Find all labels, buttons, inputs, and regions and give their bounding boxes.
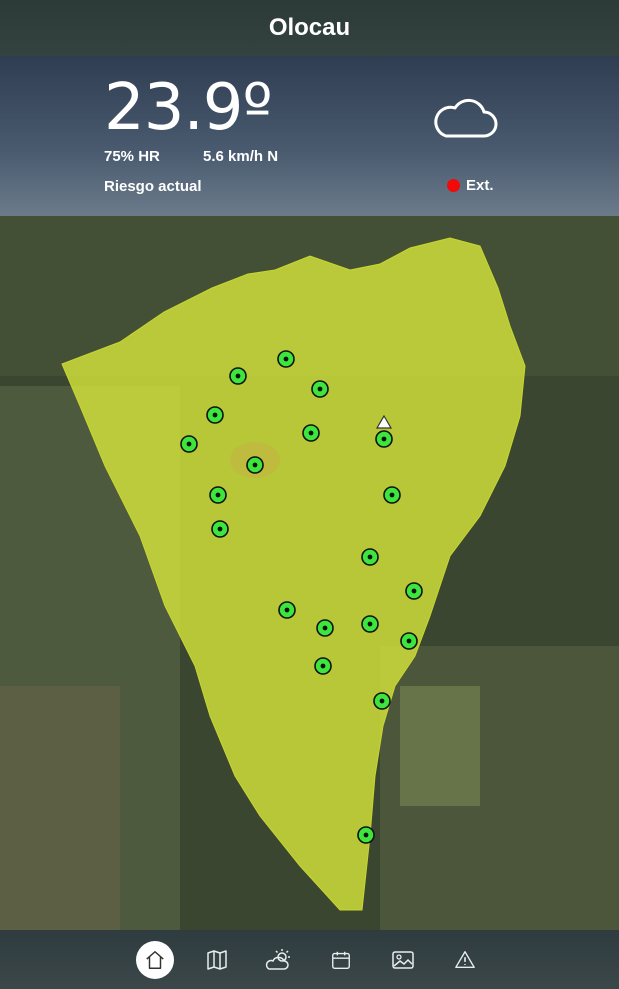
- nav-gallery-button[interactable]: [384, 941, 422, 979]
- sensor-point-center: [363, 832, 369, 838]
- sensor-point-center: [317, 386, 323, 392]
- nav-alert-button[interactable]: [446, 941, 484, 979]
- bottom-nav: [0, 930, 619, 989]
- sensor-point-center: [389, 492, 395, 498]
- risk-level: Ext.: [447, 177, 494, 194]
- sensor-point-center: [381, 436, 387, 442]
- nav-home-button[interactable]: [135, 940, 174, 979]
- sensor-point-center: [283, 356, 289, 362]
- sensor-point-center: [411, 588, 417, 594]
- map-canvas[interactable]: [0, 216, 619, 930]
- sensor-point-center: [308, 430, 314, 436]
- page-title: Olocau: [0, 0, 619, 56]
- nav-weather-button[interactable]: [260, 941, 298, 979]
- risk-level-text: Ext.: [466, 177, 494, 194]
- calendar-icon: [331, 951, 350, 969]
- sensor-point-center: [406, 638, 412, 644]
- wind: 5.6 km/h N: [203, 148, 279, 165]
- sensor-point-center: [320, 663, 326, 669]
- sensor-point-center: [379, 698, 385, 704]
- risk-label: Riesgo actual: [104, 178, 202, 195]
- sensor-point-center: [186, 441, 192, 447]
- sensor-point-center: [322, 625, 328, 631]
- sensor-point-center: [252, 462, 258, 468]
- humidity: 75% HR: [104, 148, 160, 165]
- sensor-point-center: [284, 607, 290, 613]
- gallery-icon: [391, 950, 414, 969]
- nav-calendar-button[interactable]: [322, 941, 360, 979]
- map-view[interactable]: [0, 216, 619, 930]
- sensor-point-center: [212, 412, 218, 418]
- temperature: 23.9º: [104, 71, 273, 145]
- weather-panel: 23.9º 75% HR 5.6 km/h N Riesgo actual Ex…: [0, 56, 619, 216]
- sensor-point-center: [367, 621, 373, 627]
- page-title-text: Olocau: [268, 14, 351, 41]
- sensor-point-center: [217, 526, 223, 532]
- weather-icon: [265, 948, 290, 970]
- sensor-point-center: [367, 554, 373, 560]
- risk-dot-icon: [447, 179, 460, 192]
- home-icon: [145, 950, 164, 969]
- cloud-icon: [430, 96, 498, 145]
- sensor-point-center: [215, 492, 221, 498]
- alert-icon: [454, 950, 475, 968]
- map-icon: [206, 949, 227, 970]
- sensor-point-center: [235, 373, 241, 379]
- nav-map-button[interactable]: [198, 941, 236, 979]
